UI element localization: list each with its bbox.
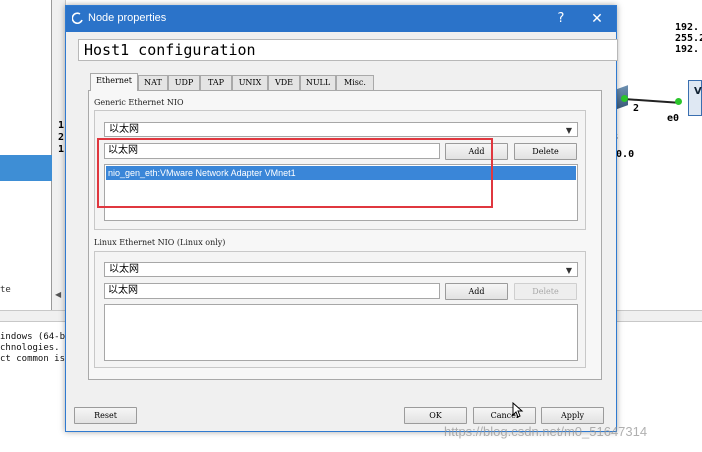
- link-status-dot-icon: [621, 95, 628, 102]
- generic-add-button[interactable]: Add: [445, 143, 508, 160]
- scroll-left-arrow-icon[interactable]: ◀: [55, 290, 61, 299]
- port-label-e0: e0: [667, 113, 680, 124]
- link-status-dot-icon: [675, 98, 682, 105]
- host-node-letter: V: [694, 86, 702, 97]
- generic-nio-list[interactable]: nio_gen_eth:VMware Network Adapter VMnet…: [104, 164, 578, 221]
- dialog-title: Node properties: [88, 12, 167, 24]
- linux-interface-select[interactable]: 以太网 ▼: [104, 262, 578, 277]
- chevron-down-icon: ▼: [565, 126, 572, 135]
- linux-nio-label: Linux Ethernet NIO (Linux only): [94, 238, 226, 247]
- app-icon: [72, 12, 83, 24]
- mouse-cursor-icon: [512, 402, 524, 418]
- close-button[interactable]: ✕: [584, 10, 610, 28]
- selected-node-row[interactable]: [0, 155, 52, 181]
- list-item[interactable]: nio_gen_eth:VMware Network Adapter VMnet…: [106, 166, 576, 180]
- generic-interface-input[interactable]: 以太网: [104, 143, 440, 159]
- linux-add-button[interactable]: Add: [445, 283, 508, 300]
- linux-interface-input[interactable]: 以太网: [104, 283, 440, 299]
- ok-button[interactable]: OK: [404, 407, 467, 424]
- tab-misc[interactable]: Misc.: [336, 75, 374, 90]
- linux-delete-button[interactable]: Delete: [514, 283, 577, 300]
- tab-unix[interactable]: UNIX: [232, 75, 268, 90]
- tab-udp[interactable]: UDP: [168, 75, 200, 90]
- tab-ethernet[interactable]: Ethernet: [90, 73, 138, 91]
- tab-nat[interactable]: NAT: [138, 75, 168, 90]
- tab-vde[interactable]: VDE: [268, 75, 300, 90]
- apply-button[interactable]: Apply: [541, 407, 604, 424]
- configuration-title: Host1 configuration: [78, 39, 618, 61]
- chevron-down-icon: ▼: [565, 266, 572, 275]
- linux-select-value: 以太网: [109, 264, 139, 275]
- generic-select-value: 以太网: [109, 124, 139, 135]
- generic-interface-select[interactable]: 以太网 ▼: [104, 122, 578, 137]
- tab-null[interactable]: NULL: [300, 75, 336, 90]
- digit-row: 2: [58, 132, 65, 143]
- port-label-2: 2: [633, 103, 640, 114]
- left-partial-digits: 1 2 1: [58, 120, 64, 156]
- help-button[interactable]: ?: [550, 10, 572, 28]
- dialog-titlebar[interactable]: Node properties ? ✕: [66, 6, 616, 32]
- ip-line: 192.: [675, 44, 700, 55]
- cancel-button[interactable]: Cancel: [473, 407, 536, 424]
- ip-line: 192.: [675, 22, 700, 33]
- digit-row: 1: [58, 144, 65, 155]
- ip-line: 255.2: [675, 33, 702, 44]
- tab-tap[interactable]: TAP: [200, 75, 232, 90]
- linux-nio-list[interactable]: [104, 304, 578, 361]
- generic-delete-button[interactable]: Delete: [514, 143, 577, 160]
- generic-nio-label: Generic Ethernet NIO: [94, 98, 184, 107]
- host-ip-label: 192. 255.2 192.: [675, 22, 702, 55]
- left-partial-text: te: [0, 285, 11, 295]
- digit-row: 1: [58, 120, 65, 131]
- reset-button[interactable]: Reset: [74, 407, 137, 424]
- watermark-text: https://blog.csdn.net/m0_51647314: [444, 424, 648, 439]
